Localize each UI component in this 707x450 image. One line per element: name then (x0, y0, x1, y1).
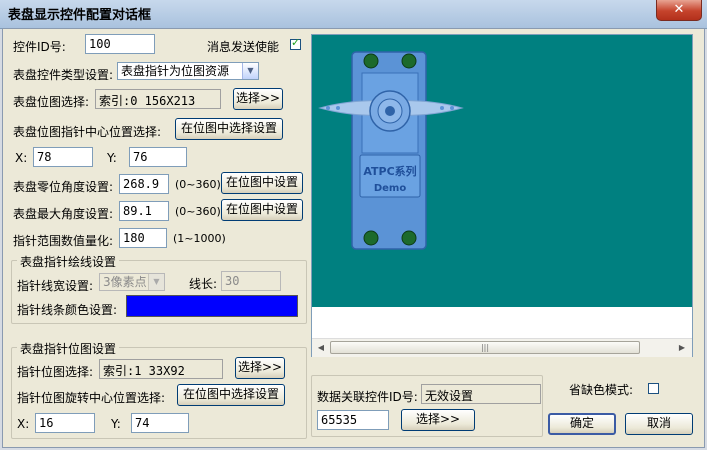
rot-center-label: 指针位图旋转中心位置选择: (17, 391, 166, 405)
pointer-bitmap-select-button[interactable]: 选择>> (235, 357, 285, 379)
bitmap-group-title: 表盘指针位图设置 (17, 340, 120, 357)
default-color-label: 省缺色模式: (569, 383, 634, 397)
quant-label: 指针范围数值量化: (13, 234, 114, 248)
zero-angle-input[interactable]: 268.9 (119, 174, 169, 194)
dial-bitmap-label: 表盘位图选择: (13, 95, 90, 109)
max-angle-range: (0~360) (175, 205, 221, 218)
pointer-center-label: 表盘位图指针中心位置选择: (13, 125, 162, 139)
pointer-bitmap-field: 索引:1 33X92 (99, 359, 223, 379)
max-angle-input[interactable]: 89.1 (119, 201, 169, 221)
line-length-label: 线长: (189, 277, 218, 291)
quant-range: (1~1000) (173, 232, 226, 245)
line-group-title: 表盘指针绘线设置 (17, 253, 120, 270)
dial-type-label: 表盘控件类型设置: (13, 68, 114, 82)
dial-bitmap-field: 索引:0 156X213 (95, 89, 221, 109)
line-color-swatch[interactable] (126, 295, 298, 317)
bitmap-y-input[interactable]: 74 (131, 413, 189, 433)
default-color-checkbox[interactable] (648, 383, 659, 394)
window-title: 表盘显示控件配置对话框 (8, 8, 152, 23)
scroll-right-icon[interactable]: ▶ (674, 340, 690, 356)
control-id-input[interactable]: 100 (85, 34, 155, 54)
link-id-input[interactable]: 65535 (317, 410, 389, 430)
y-input[interactable]: 76 (129, 147, 187, 167)
line-width-value: 3像素点 (103, 275, 147, 289)
dial-type-select[interactable]: 表盘指针为位图资源 ▼ (117, 62, 259, 80)
zero-angle-label: 表盘零位角度设置: (13, 180, 114, 194)
logo-sub: Demo (374, 183, 407, 194)
zero-angle-button[interactable]: 在位图中设置 (221, 172, 303, 194)
bitmap-x-label: X: (17, 417, 30, 431)
close-icon: ✕ (673, 2, 685, 17)
quant-input[interactable]: 180 (119, 228, 167, 248)
dial-bitmap-select-button[interactable]: 选择>> (233, 88, 283, 110)
link-select-button[interactable]: 选择>> (401, 409, 475, 431)
bitmap-y-label: Y: (111, 417, 121, 431)
bitmap-x-input[interactable]: 16 (35, 413, 95, 433)
max-angle-label: 表盘最大角度设置: (13, 207, 114, 221)
dial-type-value: 表盘指针为位图资源 (121, 64, 230, 78)
servo-dial-bitmap: ATPC系列 Demo (318, 51, 464, 250)
y-label: Y: (107, 151, 117, 165)
pointer-bitmap-label: 指针位图选择: (17, 365, 94, 379)
rot-center-button[interactable]: 在位图中选择设置 (177, 384, 285, 406)
logo-text: ATPC系列 (363, 164, 416, 178)
close-button[interactable]: ✕ (656, 0, 702, 21)
scroll-left-icon[interactable]: ◀ (313, 340, 329, 356)
dropdown-arrow-icon: ▼ (242, 63, 258, 79)
ok-button[interactable]: 确定 (548, 413, 616, 435)
dialog-client: 控件ID号: 100 消息发送使能 ✓ 表盘控件类型设置: 表盘指针为位图资源 … (2, 28, 705, 448)
checkmark-icon: ✓ (291, 36, 301, 49)
msg-send-label: 消息发送使能 (207, 40, 280, 54)
dropdown-arrow-icon: ▼ (148, 274, 164, 290)
title-bar[interactable]: 表盘显示控件配置对话框 ✕ (0, 0, 707, 29)
preview-horizontal-scrollbar[interactable]: ◀ ||| ▶ (312, 338, 692, 357)
line-width-label: 指针线宽设置: (17, 279, 94, 293)
cancel-button[interactable]: 取消 (625, 413, 693, 435)
scrollbar-thumb[interactable]: ||| (330, 341, 640, 354)
link-status-field: 无效设置 (421, 384, 541, 404)
x-label: X: (15, 151, 28, 165)
line-length-input: 30 (221, 271, 281, 291)
pointer-center-button[interactable]: 在位图中选择设置 (175, 118, 283, 140)
preview-canvas: ATPC系列 Demo (312, 35, 692, 307)
bitmap-preview[interactable]: ATPC系列 Demo ◀ ||| ▶ (311, 34, 693, 357)
x-input[interactable]: 78 (33, 147, 93, 167)
zero-angle-range: (0~360) (175, 178, 221, 191)
line-width-select: 3像素点 ▼ (99, 273, 165, 291)
link-id-label: 数据关联控件ID号: (317, 390, 418, 404)
msg-send-checkbox[interactable]: ✓ (290, 36, 301, 50)
max-angle-button[interactable]: 在位图中设置 (221, 199, 303, 221)
control-id-label: 控件ID号: (13, 40, 66, 54)
line-color-label: 指针线条颜色设置: (17, 303, 118, 317)
